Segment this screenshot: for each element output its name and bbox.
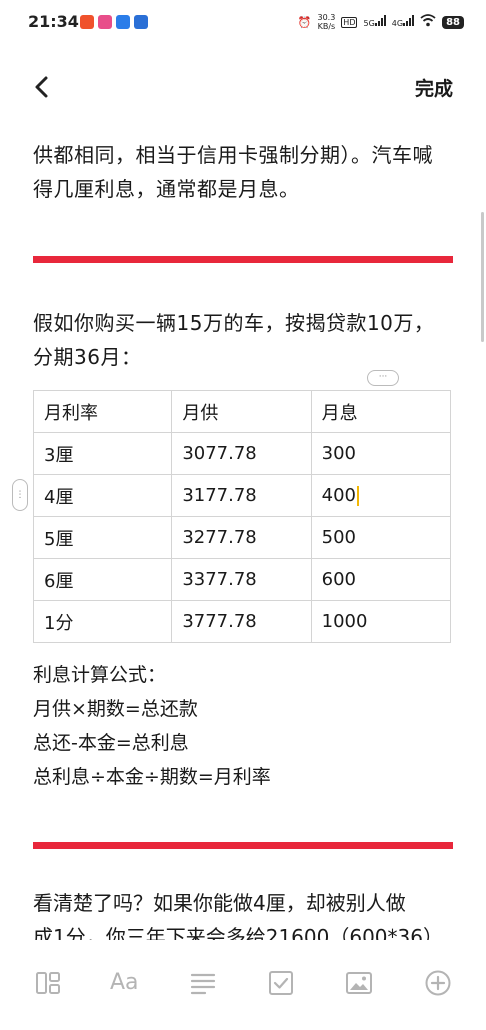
font-format-button[interactable]: Aa [110, 968, 140, 998]
table-cell[interactable]: 300 [310, 432, 452, 475]
formula-title[interactable]: 利息计算公式： [33, 658, 271, 692]
signal-5g: 5G [363, 15, 386, 29]
checkbox-icon [269, 971, 293, 995]
checklist-button[interactable] [266, 968, 296, 998]
table-cell[interactable]: 3077.78 [171, 432, 312, 475]
image-icon [346, 972, 372, 994]
editor-toolbar: Aa [0, 940, 486, 1030]
chevron-left-icon [35, 76, 48, 98]
signal-5g-label: 5G [363, 19, 375, 28]
alarm-icon: ⏰ [297, 15, 312, 29]
formula-block[interactable]: 利息计算公式： 月供×期数=总还款 总还-本金=总利息 总利息÷本金÷期数=月利… [33, 658, 271, 794]
table-column-handle[interactable]: ··· [367, 370, 399, 386]
layout-icon [36, 972, 60, 994]
scrollbar[interactable] [481, 212, 484, 342]
table-cell[interactable]: 4厘 [32, 474, 173, 517]
layout-button[interactable] [33, 968, 63, 998]
table-header-cell[interactable]: 月利率 [32, 390, 173, 433]
hd-icon: HD [341, 16, 358, 28]
signal-bars-icon [374, 15, 386, 26]
app-notification-icon [116, 15, 130, 29]
paragraph-example-wrap[interactable]: 假如你购买一辆15万的车，按揭贷款10万，分期36月： [33, 306, 453, 374]
table-cell[interactable]: 500 [310, 516, 452, 559]
signal-bars-icon [403, 15, 415, 26]
table-row: 5厘 3277.78 500 [32, 516, 452, 559]
table-cell[interactable]: 600 [310, 558, 452, 601]
interest-table[interactable]: 月利率 月供 月息 3厘 3077.78 300 4厘 3177.78 400 … [32, 390, 452, 643]
table-header-cell[interactable]: 月供 [171, 390, 312, 433]
table-cell[interactable]: 5厘 [32, 516, 173, 559]
paragraph-top[interactable]: 供都相同，相当于信用卡强制分期）。汽车喊得几厘利息，通常都是月息。 [33, 138, 453, 206]
table-cell[interactable]: 3277.78 [171, 516, 312, 559]
paragraph-bottom-line[interactable]: 看清楚了吗？如果你能做4厘，却被别人做 [33, 886, 453, 920]
app-notification-icon [134, 15, 148, 29]
table-row: 3厘 3077.78 300 [32, 432, 452, 475]
table-cell[interactable]: 3厘 [32, 432, 173, 475]
table-cell[interactable]: 1分 [32, 600, 173, 643]
net-speed-unit: KB/s [317, 22, 336, 31]
table-row: 1分 3777.78 1000 [32, 600, 452, 643]
table-cell[interactable]: 3777.78 [171, 600, 312, 643]
text-cursor [357, 486, 360, 506]
text-align-button[interactable] [188, 968, 218, 998]
table-row: 6厘 3377.78 600 [32, 558, 452, 601]
table-header-row: 月利率 月供 月息 [32, 390, 452, 433]
formula-line[interactable]: 总利息÷本金÷期数=月利率 [33, 760, 271, 794]
plus-circle-icon [425, 970, 451, 996]
table-cell-active[interactable]: 400 [310, 474, 452, 517]
table-cell[interactable]: 1000 [310, 600, 452, 643]
status-time: 21:34 [28, 12, 79, 31]
table-header-cell[interactable]: 月息 [310, 390, 452, 433]
battery-icon: 88 [442, 15, 464, 29]
table-cell[interactable]: 3377.78 [171, 558, 312, 601]
notification-icons [80, 15, 148, 29]
signal-4g: 4G [391, 15, 415, 29]
add-button[interactable] [423, 968, 453, 998]
note-body[interactable]: 供都相同，相当于信用卡强制分期）。汽车喊得几厘利息，通常都是月息。 [33, 138, 453, 206]
divider-red [33, 842, 453, 849]
status-bar: 21:34 ⏰ 30.3 KB/s HD 5G 4G 88 [0, 0, 486, 46]
back-button[interactable] [28, 72, 58, 102]
net-speed-value: 30.3 [317, 13, 336, 22]
done-button[interactable]: 完成 [415, 74, 453, 101]
signal-4g-label: 4G [391, 19, 404, 28]
paragraph-example[interactable]: 假如你购买一辆15万的车，按揭贷款10万，分期36月： [33, 306, 453, 374]
net-speed: 30.3 KB/s [317, 13, 335, 31]
table-cell[interactable]: 3177.78 [171, 474, 312, 517]
table-row-handle[interactable]: ⋮ [12, 479, 28, 511]
table-cell[interactable]: 6厘 [32, 558, 173, 601]
app-notification-icon [98, 15, 112, 29]
divider-red [33, 256, 453, 263]
insert-image-button[interactable] [344, 968, 374, 998]
formula-line[interactable]: 总还-本金=总利息 [33, 726, 271, 760]
table-row: 4厘 3177.78 400 [32, 474, 452, 517]
app-notification-icon [80, 15, 94, 29]
editor-header: 完成 [0, 60, 486, 112]
formula-line[interactable]: 月供×期数=总还款 [33, 692, 271, 726]
wifi-icon [420, 14, 436, 30]
table-cell-text: 400 [321, 485, 357, 506]
status-right: ⏰ 30.3 KB/s HD 5G 4G 88 [298, 13, 464, 31]
align-left-icon [190, 973, 216, 995]
